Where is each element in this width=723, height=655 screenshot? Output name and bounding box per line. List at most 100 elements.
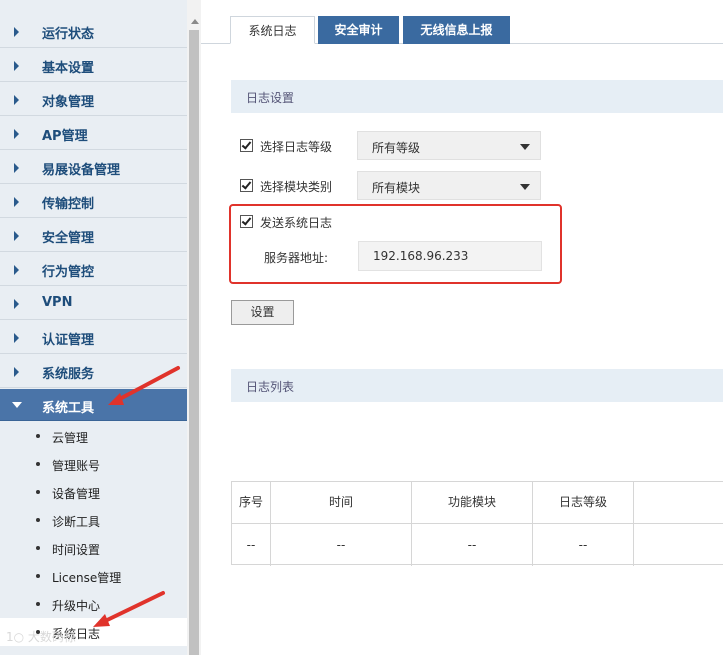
sidebar-subitem-cloud-management[interactable]: 云管理 <box>0 422 187 450</box>
chevron-right-icon <box>14 299 19 309</box>
sidebar-item-security[interactable]: 安全管理 <box>0 219 187 252</box>
chevron-down-icon <box>12 402 22 408</box>
sidebar-subitem-diagnostic-tools[interactable]: 诊断工具 <box>0 506 187 534</box>
sidebar-item-system-tools[interactable]: 系统工具 <box>0 389 187 421</box>
sidebar-subitem-label: 诊断工具 <box>52 515 101 529</box>
sidebar-item-label: 运行状态 <box>42 27 95 42</box>
bullet-icon <box>36 574 40 578</box>
sidebar-item-device-expansion[interactable]: 易展设备管理 <box>0 151 187 184</box>
table-column-divider <box>633 482 634 566</box>
bullet-icon <box>36 490 40 494</box>
chevron-right-icon <box>14 129 19 139</box>
checkmark-icon <box>241 179 252 190</box>
tab-security-audit[interactable]: 安全审计 <box>318 16 399 44</box>
sidebar-subitem-label: 升级中心 <box>52 599 101 613</box>
table-cell: -- <box>336 538 346 552</box>
scrollbar-thumb[interactable] <box>189 30 199 655</box>
log-level-select[interactable]: 所有等级 <box>357 131 541 160</box>
sidebar-item-label: AP管理 <box>42 129 88 144</box>
chevron-right-icon <box>14 197 19 207</box>
sidebar-item-label: 系统工具 <box>42 401 95 416</box>
scroll-up-arrow-icon[interactable] <box>191 19 199 24</box>
log-settings-header: 日志设置 <box>231 80 723 113</box>
sidebar-subitem-upgrade-center[interactable]: 升级中心 <box>0 590 187 618</box>
sidebar-subitem-label: License管理 <box>52 571 122 585</box>
log-list-header: 日志列表 <box>231 369 723 402</box>
table-cell: -- <box>246 538 256 552</box>
sidebar-subitem-admin-accounts[interactable]: 管理账号 <box>0 450 187 478</box>
send-log-label: 发送系统日志 <box>260 216 333 230</box>
sidebar: 运行状态 基本设置 对象管理 AP管理 易展设备管理 传输控制 安全管理 行为管… <box>0 0 187 655</box>
bullet-icon <box>36 630 40 634</box>
sidebar-item-label: 系统服务 <box>42 367 95 382</box>
bullet-icon <box>36 462 40 466</box>
chevron-right-icon <box>14 61 19 71</box>
sidebar-item-object-management[interactable]: 对象管理 <box>0 83 187 116</box>
apply-settings-button[interactable]: 设置 <box>231 300 294 325</box>
tab-wireless-report[interactable]: 无线信息上报 <box>403 16 510 44</box>
sidebar-item-basic-settings[interactable]: 基本设置 <box>0 49 187 82</box>
caret-down-icon <box>520 184 530 190</box>
sidebar-item-label: 安全管理 <box>42 231 95 246</box>
chevron-right-icon <box>14 95 19 105</box>
sidebar-item-label: 行为管控 <box>42 265 95 280</box>
chevron-right-icon <box>14 333 19 343</box>
sidebar-item-authentication[interactable]: 认证管理 <box>0 321 187 354</box>
bullet-icon <box>36 518 40 522</box>
sidebar-item-label: 易展设备管理 <box>42 163 121 178</box>
bullet-icon <box>36 546 40 550</box>
chevron-right-icon <box>14 27 19 37</box>
sidebar-subitem-device-management[interactable]: 设备管理 <box>0 478 187 506</box>
checkmark-icon <box>241 139 252 150</box>
bullet-icon <box>36 434 40 438</box>
log-table: 序号 时间 功能模块 日志等级 -- -- -- -- <box>231 481 723 566</box>
bullet-icon <box>36 602 40 606</box>
log-level-checkbox[interactable] <box>240 139 253 152</box>
select-value: 所有等级 <box>372 141 421 155</box>
sidebar-item-status[interactable]: 运行状态 <box>0 15 187 48</box>
select-value: 所有模块 <box>372 181 421 195</box>
table-header-index: 序号 <box>238 495 263 509</box>
module-type-select[interactable]: 所有模块 <box>357 171 541 200</box>
chevron-right-icon <box>14 163 19 173</box>
send-log-checkbox[interactable] <box>240 215 253 228</box>
sidebar-item-label: VPN <box>42 295 73 310</box>
section-title: 日志设置 <box>246 91 295 105</box>
sidebar-subitem-label: 设备管理 <box>52 487 101 501</box>
module-type-checkbox[interactable] <box>240 179 253 192</box>
sidebar-item-behavior-control[interactable]: 行为管控 <box>0 253 187 286</box>
log-level-label: 选择日志等级 <box>260 140 333 154</box>
table-header-time: 时间 <box>328 495 353 509</box>
server-address-label: 服务器地址: <box>264 251 329 265</box>
server-address-field[interactable] <box>358 241 542 271</box>
sidebar-subitem-time-settings[interactable]: 时间设置 <box>0 534 187 562</box>
app-window: 运行状态 基本设置 对象管理 AP管理 易展设备管理 传输控制 安全管理 行为管… <box>0 0 723 655</box>
module-type-label: 选择模块类别 <box>260 180 333 194</box>
chevron-right-icon <box>14 265 19 275</box>
sidebar-subitem-label: 系统日志 <box>52 627 101 641</box>
table-header-module: 功能模块 <box>447 495 496 509</box>
sidebar-item-transmission-control[interactable]: 传输控制 <box>0 185 187 218</box>
table-cell: -- <box>467 538 477 552</box>
sidebar-subitem-label: 管理账号 <box>52 459 101 473</box>
table-header-level: 日志等级 <box>558 495 607 509</box>
sidebar-item-label: 对象管理 <box>42 95 95 110</box>
sidebar-item-label: 传输控制 <box>42 197 95 212</box>
table-cell: -- <box>578 538 588 552</box>
caret-down-icon <box>520 144 530 150</box>
sidebar-item-label: 基本设置 <box>42 61 95 76</box>
sidebar-subitem-label: 云管理 <box>52 431 89 445</box>
sidebar-subitem-label: 时间设置 <box>52 543 101 557</box>
sidebar-subitem-system-log[interactable]: 系统日志 <box>0 618 187 646</box>
sidebar-subitem-license[interactable]: License管理 <box>0 562 187 590</box>
sidebar-item-system-services[interactable]: 系统服务 <box>0 355 187 388</box>
section-title: 日志列表 <box>246 380 295 394</box>
sidebar-item-label: 认证管理 <box>42 333 95 348</box>
sidebar-item-vpn[interactable]: VPN <box>0 287 187 320</box>
checkmark-icon <box>241 215 252 226</box>
tab-system-log[interactable]: 系统日志 <box>230 16 315 44</box>
sidebar-item-ap-management[interactable]: AP管理 <box>0 117 187 150</box>
table-row-divider <box>232 523 723 524</box>
chevron-right-icon <box>14 367 19 377</box>
chevron-right-icon <box>14 231 19 241</box>
